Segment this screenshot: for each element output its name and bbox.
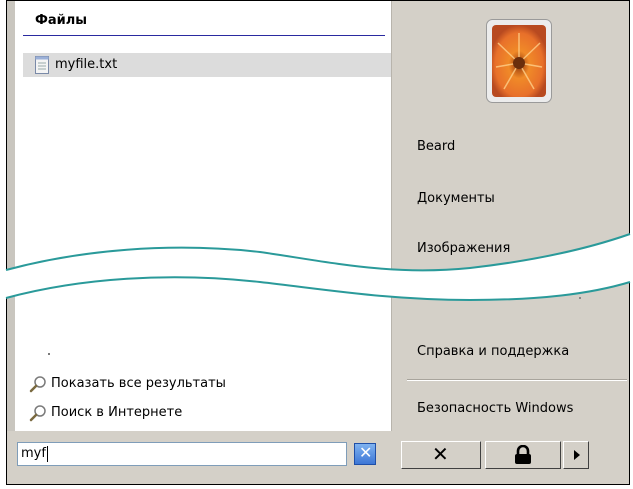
close-icon: ✕ <box>432 442 449 466</box>
file-result-name: myfile.txt <box>55 57 118 72</box>
places-divider <box>407 379 627 381</box>
place-windows-security[interactable]: Безопасность Windows <box>417 401 573 416</box>
separator-dot <box>48 353 50 355</box>
files-section-title: Файлы <box>35 13 88 28</box>
separator-dot <box>579 297 581 299</box>
place-documents[interactable]: Документы <box>417 191 495 206</box>
files-section-header: Файлы <box>15 1 391 41</box>
close-icon: ✕ <box>359 443 373 462</box>
show-all-results-label: Показать все результаты <box>51 376 226 391</box>
place-help-and-support[interactable]: Справка и поддержка <box>417 344 569 359</box>
lock-button[interactable] <box>485 441 561 469</box>
text-caret <box>47 446 48 462</box>
section-divider <box>23 35 385 36</box>
shutdown-options-button[interactable] <box>563 441 589 469</box>
start-menu: Файлы myfile.txt Показать все результаты <box>6 0 630 485</box>
file-result-item[interactable]: myfile.txt <box>23 53 393 77</box>
clear-search-button[interactable]: ✕ <box>354 443 376 465</box>
lock-icon <box>515 445 531 464</box>
user-avatar[interactable] <box>486 19 552 103</box>
search-input-text: myf <box>21 446 46 461</box>
search-icon <box>29 405 46 422</box>
arrow-right-icon <box>574 450 580 460</box>
search-icon <box>29 376 46 393</box>
search-results-panel: Файлы myfile.txt Показать все результаты <box>7 1 393 431</box>
shutdown-button[interactable]: ✕ <box>401 441 481 469</box>
place-user-folder[interactable]: Beard <box>417 139 455 154</box>
web-search-label: Поиск в Интернете <box>51 405 183 420</box>
text-file-icon <box>35 56 49 74</box>
bottom-bar: myf ✕ ✕ <box>7 431 629 484</box>
places-panel: Beard Документы Изображения Справка и по… <box>391 1 629 431</box>
place-pictures[interactable]: Изображения <box>417 241 510 256</box>
search-input[interactable]: myf <box>17 442 347 466</box>
